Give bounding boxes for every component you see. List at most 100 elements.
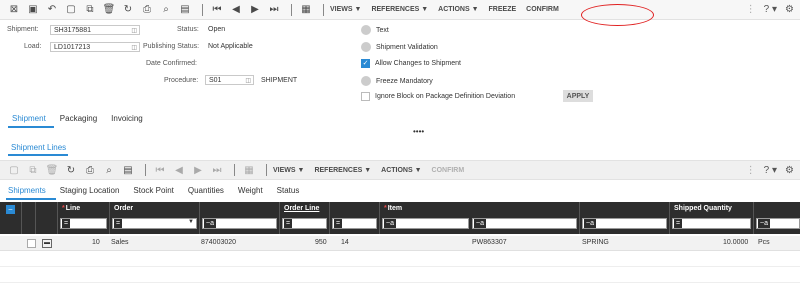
- tab-packaging[interactable]: Packaging: [60, 114, 97, 123]
- first-icon[interactable]: ⏮: [209, 2, 225, 18]
- lines-confirm-button[interactable]: CONFIRM: [432, 167, 465, 174]
- undo-icon[interactable]: ↶: [44, 2, 60, 18]
- tab-staging-location[interactable]: Staging Location: [60, 186, 120, 195]
- apply-button[interactable]: APPLY: [563, 90, 593, 102]
- calendar-icon[interactable]: ▦: [298, 2, 314, 18]
- copy-icon[interactable]: ⧉: [82, 2, 98, 18]
- more-vertical-icon[interactable]: ⋮: [746, 4, 756, 15]
- col-order-number[interactable]: ~a: [200, 202, 280, 234]
- col-description[interactable]: ~a: [580, 202, 670, 234]
- shipped-quantity-filter[interactable]: =: [672, 218, 751, 229]
- last-icon[interactable]: ⏭: [209, 162, 225, 178]
- item-project-filter[interactable]: ~a: [382, 218, 469, 229]
- shipment-field[interactable]: SH3175881 ◫: [50, 25, 140, 35]
- col-line[interactable]: *Line =: [58, 202, 110, 234]
- row-detail-icon[interactable]: ▬: [42, 239, 52, 248]
- new-icon[interactable]: ▢: [63, 2, 79, 18]
- gear-icon[interactable]: ⚙: [785, 4, 794, 15]
- tab-quantities[interactable]: Quantities: [188, 186, 224, 195]
- more-vertical-icon[interactable]: ⋮: [746, 165, 756, 176]
- order-line-filter[interactable]: =: [282, 218, 327, 229]
- order-filter[interactable]: = ▼: [112, 218, 197, 229]
- print-icon[interactable]: ⎙: [139, 2, 155, 18]
- save-icon[interactable]: ▣: [25, 2, 41, 18]
- checkbox-checked-icon[interactable]: ✓: [361, 59, 370, 68]
- text-toggle-row[interactable]: Text: [361, 25, 389, 35]
- actions-menu[interactable]: ACTIONS ▼: [438, 6, 478, 13]
- col-sequence[interactable]: =: [330, 202, 380, 234]
- description-filter[interactable]: ~a: [582, 218, 667, 229]
- tab-invoicing[interactable]: Invoicing: [111, 114, 143, 123]
- search-icon[interactable]: ⌕: [158, 2, 174, 18]
- search-icon[interactable]: ⌕: [101, 162, 117, 178]
- help-button[interactable]: ? ▾: [764, 4, 777, 15]
- toggle-icon[interactable]: [361, 25, 371, 35]
- freeze-button[interactable]: FREEZE: [489, 6, 517, 13]
- shipment-validation-row[interactable]: Shipment Validation: [361, 42, 438, 52]
- toggle-icon[interactable]: [361, 76, 371, 86]
- copy-icon[interactable]: ⧉: [25, 162, 41, 178]
- clipboard-icon[interactable]: ▤: [177, 2, 193, 18]
- last-icon[interactable]: ⏭: [266, 2, 282, 18]
- lines-help-button[interactable]: ? ▾: [764, 165, 777, 176]
- load-field[interactable]: LD1017213 ◫: [50, 42, 140, 52]
- tab-shipments[interactable]: Shipments: [8, 186, 46, 195]
- lines-references-menu[interactable]: REFERENCES ▼: [314, 167, 371, 174]
- lines-views-menu[interactable]: VIEWS ▼: [273, 167, 304, 174]
- clipboard-icon[interactable]: ▤: [120, 162, 136, 178]
- lookup-icon[interactable]: ◫: [245, 77, 251, 84]
- table-row[interactable]: ▬ 10 Sales 874003020 950 14 PW863307 SPR…: [0, 236, 800, 251]
- toolbar-divider: [202, 3, 203, 16]
- delete-icon[interactable]: 🗑: [44, 162, 60, 178]
- next-icon[interactable]: ▶: [190, 162, 206, 178]
- col-item-title: *Item: [384, 205, 403, 212]
- sequence-filter[interactable]: =: [332, 218, 377, 229]
- freeze-mandatory-row[interactable]: Freeze Mandatory: [361, 76, 433, 86]
- lines-actions-menu[interactable]: ACTIONS ▼: [381, 167, 421, 174]
- order-number-filter[interactable]: ~a: [202, 218, 277, 229]
- calendar-icon[interactable]: ▦: [241, 162, 257, 178]
- tab-weight[interactable]: Weight: [238, 186, 263, 195]
- tab-shipment[interactable]: Shipment: [12, 114, 46, 123]
- refresh-icon[interactable]: ↻: [120, 2, 136, 18]
- ignore-block-row[interactable]: Ignore Block on Package Definition Devia…: [361, 92, 515, 101]
- new-icon[interactable]: ▢: [6, 162, 22, 178]
- unit-filter[interactable]: ~a: [756, 218, 800, 229]
- shipment-value: SH3175881: [54, 26, 91, 34]
- chevron-down-icon[interactable]: ▼: [188, 219, 194, 225]
- prev-icon[interactable]: ◀: [228, 2, 244, 18]
- main-toolbar: ⊠ ▣ ↶ ▢ ⧉ 🗑 ↻ ⎙ ⌕ ▤ ⏮ ◀ ▶ ⏭ ▦ VIEWS ▼ RE…: [0, 0, 800, 20]
- refresh-icon[interactable]: ↻: [63, 162, 79, 178]
- prev-icon[interactable]: ◀: [171, 162, 187, 178]
- text-label: Text: [376, 26, 389, 34]
- col-order[interactable]: Order = ▼: [110, 202, 200, 234]
- allow-changes-row[interactable]: ✓ Allow Changes to Shipment: [361, 59, 461, 68]
- col-unit[interactable]: ~a: [754, 202, 800, 234]
- references-menu[interactable]: REFERENCES ▼: [371, 6, 428, 13]
- gear-icon[interactable]: ⚙: [785, 165, 794, 176]
- next-icon[interactable]: ▶: [247, 2, 263, 18]
- select-all-icon[interactable]: –: [6, 205, 15, 214]
- first-icon[interactable]: ⏮: [152, 162, 168, 178]
- confirm-button[interactable]: CONFIRM: [526, 6, 559, 13]
- col-item[interactable]: *Item ~a ~a: [380, 202, 580, 234]
- delete-icon[interactable]: 🗑: [101, 2, 117, 18]
- toggle-icon[interactable]: [361, 42, 371, 52]
- line-subtabs: Shipments Staging Location Stock Point Q…: [8, 186, 299, 195]
- print-icon[interactable]: ⎙: [82, 162, 98, 178]
- row-checkbox[interactable]: [27, 239, 36, 248]
- col-shipped-quantity[interactable]: Shipped Quantity =: [670, 202, 754, 234]
- procedure-field[interactable]: S01 ◫: [205, 75, 254, 85]
- toolbar-divider: [234, 164, 235, 176]
- checkbox-icon[interactable]: [361, 92, 370, 101]
- tab-status[interactable]: Status: [277, 186, 300, 195]
- lookup-icon[interactable]: ◫: [131, 44, 137, 51]
- filter-icon[interactable]: ⊠: [6, 2, 22, 18]
- lookup-icon[interactable]: ◫: [131, 27, 137, 34]
- tab-stock-point[interactable]: Stock Point: [133, 186, 173, 195]
- line-filter[interactable]: =: [60, 218, 107, 229]
- views-menu[interactable]: VIEWS ▼: [330, 6, 361, 13]
- item-code-filter[interactable]: ~a: [472, 218, 577, 229]
- cell-line: 10: [92, 239, 100, 246]
- col-order-line[interactable]: Order Line =: [280, 202, 330, 234]
